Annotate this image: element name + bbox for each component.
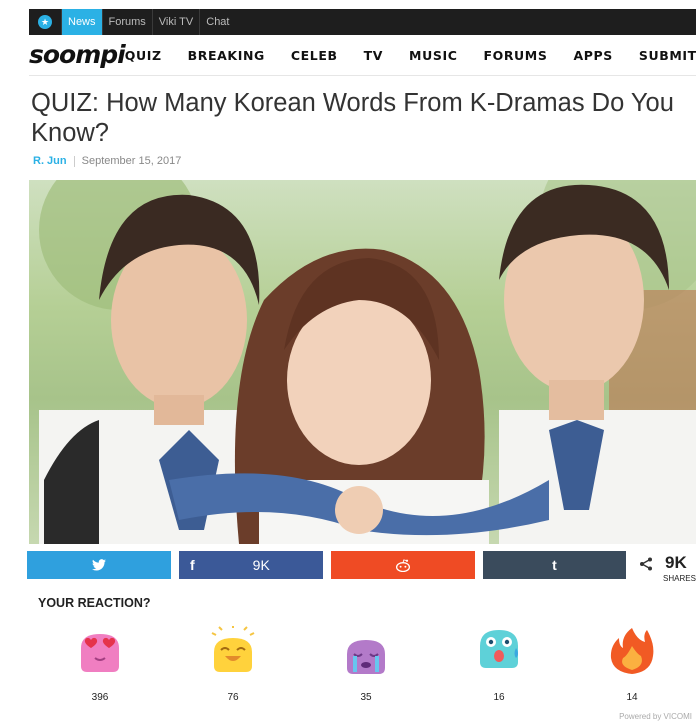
- facebook-share-button[interactable]: f 9K: [179, 551, 323, 579]
- tumblr-icon: t: [552, 557, 557, 573]
- star-icon: ★: [38, 15, 52, 29]
- fire-icon: [610, 628, 654, 674]
- tab-news[interactable]: News: [61, 9, 102, 35]
- hero-illustration: [39, 180, 696, 544]
- reaction-sad[interactable]: 35: [326, 626, 406, 703]
- nav-item-tv[interactable]: TV: [364, 48, 383, 63]
- nav-item-quiz[interactable]: QUIZ: [125, 48, 162, 63]
- author-link[interactable]: R. Jun: [33, 155, 67, 167]
- twitter-share-button[interactable]: [27, 551, 171, 579]
- reaction-love-count: 396: [91, 692, 109, 703]
- reaction-sad-count: 35: [360, 692, 372, 703]
- top-network-bar: ★ News Forums Viki TV Chat: [29, 9, 696, 35]
- tab-forums[interactable]: Forums: [101, 9, 152, 35]
- reaction-laugh[interactable]: 76: [193, 625, 273, 703]
- share-icon: [640, 557, 652, 571]
- nav-item-breaking[interactable]: BREAKING: [188, 48, 265, 63]
- site-logo[interactable]: soompi: [29, 40, 126, 69]
- reddit-icon: [395, 558, 411, 572]
- reactions-heading: YOUR REACTION?: [38, 596, 151, 610]
- nav-item-music[interactable]: MUSIC: [409, 48, 457, 63]
- tab-viki-tv[interactable]: Viki TV: [151, 9, 199, 35]
- nav-item-submit-tip[interactable]: SUBMIT TIP: [639, 48, 696, 63]
- main-nav: soompi QUIZ BREAKING CELEB TV MUSIC FORU…: [29, 36, 696, 76]
- tumblr-share-button[interactable]: t: [483, 551, 626, 579]
- reaction-love[interactable]: 396: [60, 626, 140, 703]
- twitter-icon: [92, 559, 106, 571]
- hero-image: [29, 180, 696, 544]
- byline-divider: [73, 155, 75, 167]
- reaction-shocked[interactable]: 16: [459, 626, 539, 703]
- nav-item-celeb[interactable]: CELEB: [291, 48, 338, 63]
- reaction-laugh-count: 76: [227, 692, 239, 703]
- heart-eyes-icon: [81, 634, 119, 672]
- facebook-share-count: 9K: [252, 557, 270, 573]
- nav-item-forums[interactable]: FORUMS: [483, 48, 547, 63]
- crying-face-icon: [347, 640, 385, 674]
- article-title: QUIZ: How Many Korean Words From K-Drama…: [31, 89, 674, 147]
- powered-by[interactable]: Powered by VICOMI: [619, 712, 692, 721]
- publish-date: September 15, 2017: [81, 155, 182, 167]
- nav-item-apps[interactable]: APPS: [573, 48, 612, 63]
- byline: R. Jun September 15, 2017: [33, 155, 181, 167]
- laughing-face-icon: [211, 625, 255, 672]
- facebook-icon: f: [190, 557, 195, 573]
- share-total-count: 9K: [665, 553, 687, 572]
- share-total: 9K SHARES: [637, 553, 696, 583]
- tab-chat[interactable]: Chat: [199, 9, 235, 35]
- network-logo[interactable]: ★: [29, 9, 61, 35]
- reaction-fire[interactable]: 14: [592, 626, 672, 703]
- reddit-share-button[interactable]: [331, 551, 475, 579]
- shocked-face-icon: [480, 630, 518, 668]
- reaction-shocked-count: 16: [493, 692, 505, 703]
- reaction-fire-count: 14: [626, 692, 638, 703]
- share-total-label: SHARES: [663, 574, 696, 583]
